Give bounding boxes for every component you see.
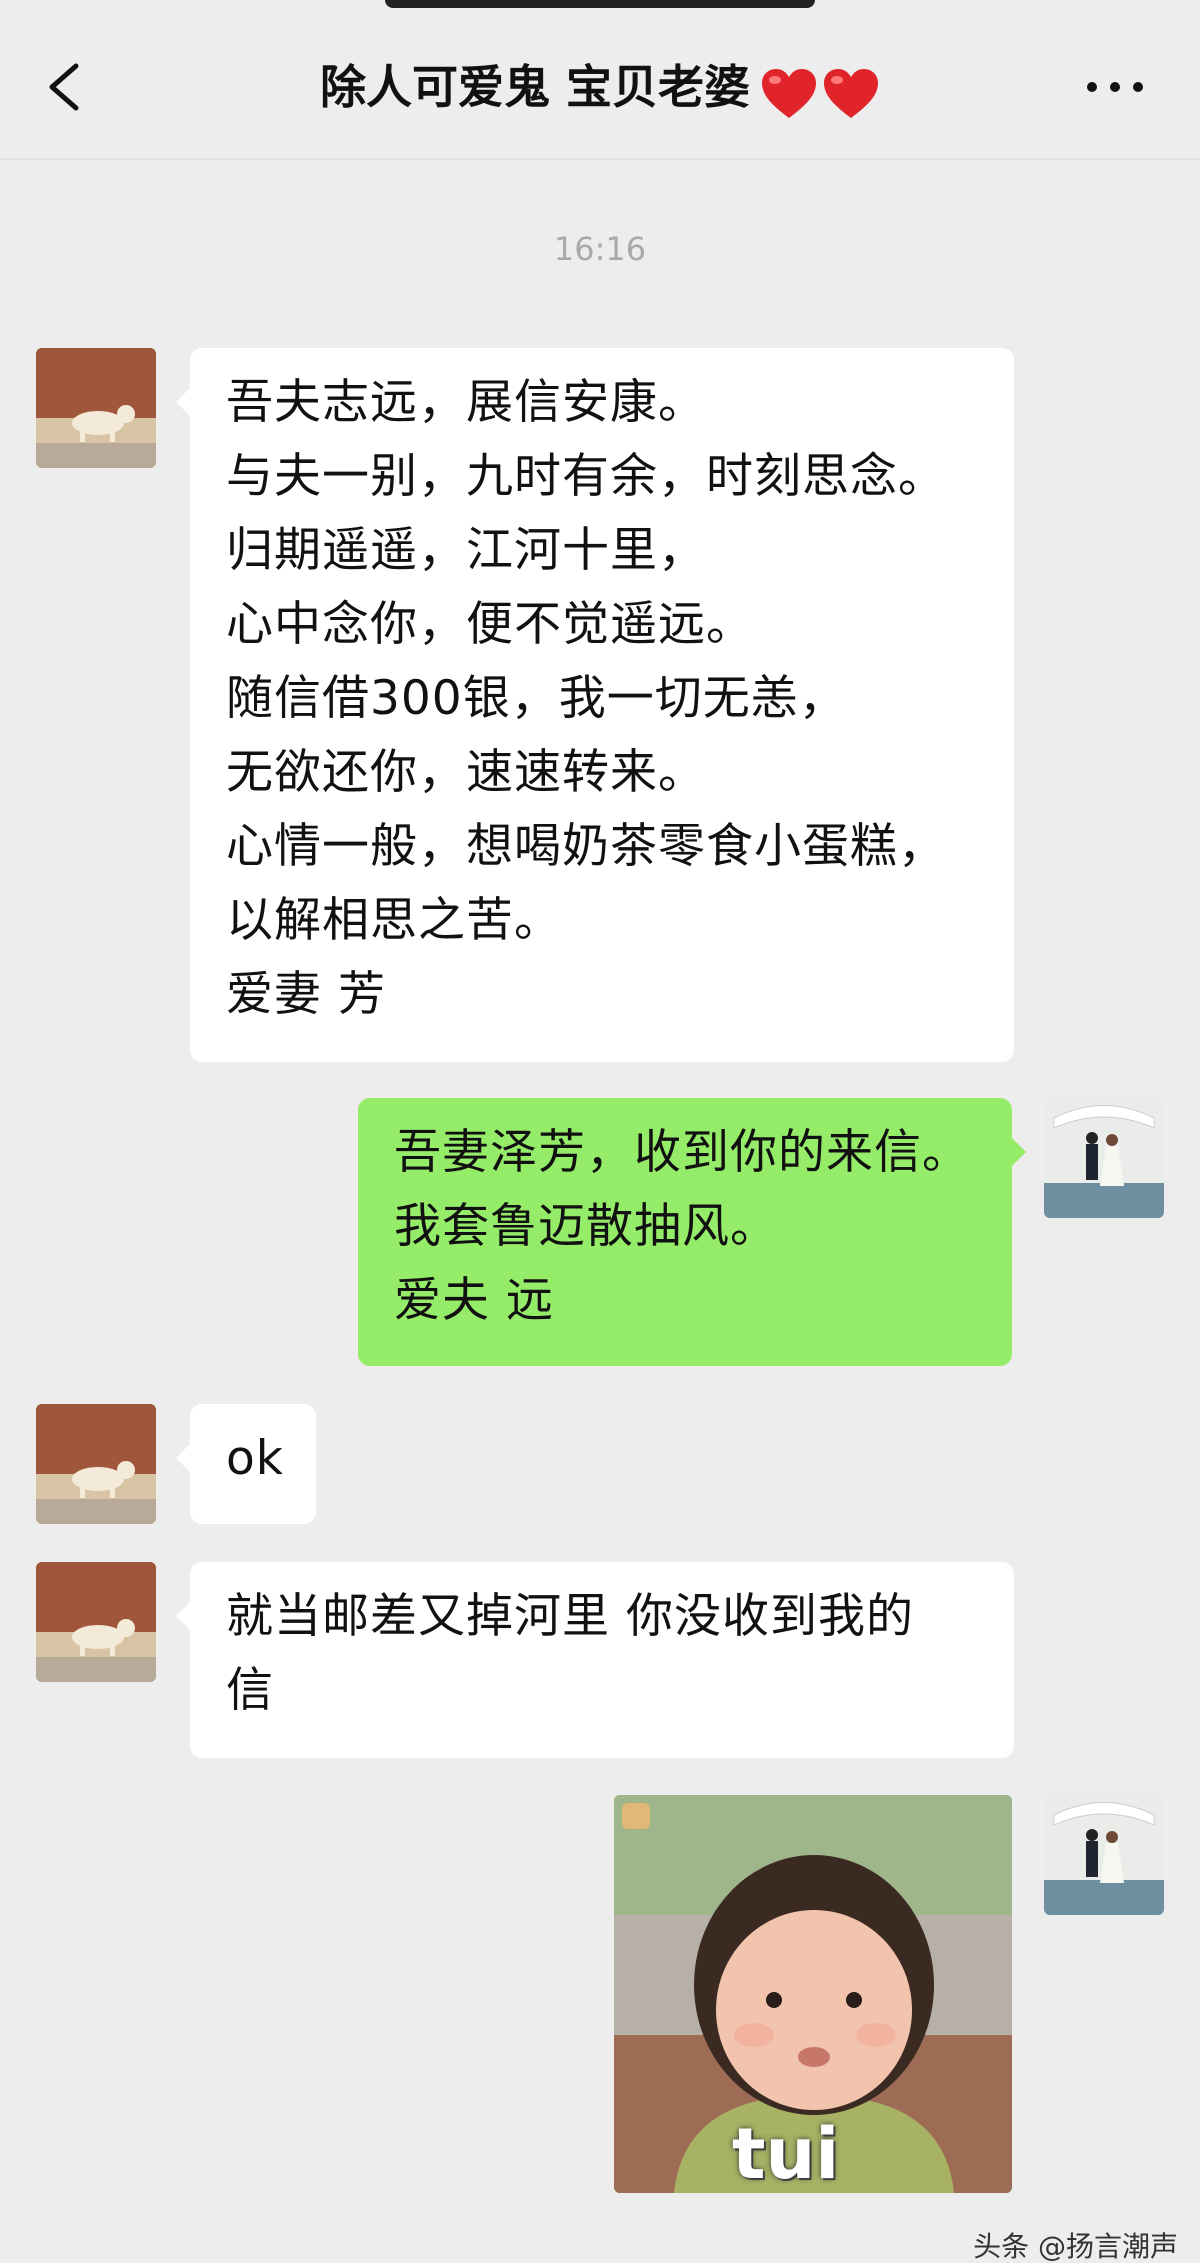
- message-line: 随信借300银，我一切无恙，: [226, 671, 847, 726]
- cat-avatar-image: [36, 1404, 156, 1524]
- cat-avatar-image: [36, 1562, 156, 1682]
- more-dots-icon: [1087, 82, 1143, 92]
- my-avatar[interactable]: [1044, 1098, 1164, 1218]
- status-notch: [385, 0, 815, 8]
- message-line: 就当邮差又掉河里 你没收到我的: [226, 1589, 914, 1644]
- sticker-message[interactable]: tui: [614, 1795, 1012, 2193]
- red-heart-icon: [762, 69, 816, 118]
- message-bubble-incoming[interactable]: ok: [176, 1404, 316, 1524]
- chat-title-container: 除人可爱鬼 宝贝老婆: [160, 52, 1040, 126]
- message-line: 心情一般，想喝奶茶零食小蛋糕，: [226, 819, 946, 874]
- message-line: 信: [226, 1663, 274, 1718]
- header-divider: [0, 158, 1200, 160]
- message-line: 爱夫 远: [394, 1273, 554, 1328]
- more-button[interactable]: [1080, 72, 1150, 102]
- hearts: [756, 56, 880, 126]
- couple-avatar-image: [1044, 1795, 1164, 1915]
- message-line: 与夫一别，九时有余，时刻思念。: [226, 449, 946, 504]
- chevron-left-icon: [49, 63, 79, 111]
- chat-title: 除人可爱鬼 宝贝老婆: [319, 60, 750, 114]
- message-line: 吾夫志远，展信安康。: [226, 375, 706, 430]
- contact-avatar[interactable]: [36, 348, 156, 468]
- message-line: 我套鲁迈散抽风。: [394, 1199, 778, 1254]
- message-line: ok: [226, 1431, 284, 1486]
- cat-avatar-image: [36, 348, 156, 468]
- my-avatar[interactable]: [1044, 1795, 1164, 1915]
- message-line: 以解相思之苦。: [226, 893, 562, 948]
- source-watermark: 头条 @扬言潮声: [973, 2230, 1178, 2263]
- message-line: 无欲还你，速速转来。: [226, 745, 706, 800]
- message-line: 心中念你，便不觉遥远。: [226, 597, 754, 652]
- message-line: 吾妻泽芳，收到你的来信。: [394, 1125, 970, 1180]
- message-line: 归期遥遥，江河十里，: [226, 523, 706, 578]
- contact-avatar[interactable]: [36, 1404, 156, 1524]
- message-timestamp: 16:16: [553, 230, 647, 268]
- message-bubble-incoming[interactable]: 就当邮差又掉河里 你没收到我的 信: [176, 1562, 1014, 1758]
- red-heart-icon: [824, 69, 878, 118]
- contact-avatar[interactable]: [36, 1562, 156, 1682]
- couple-avatar-image: [1044, 1098, 1164, 1218]
- back-button[interactable]: [40, 52, 90, 122]
- message-bubble-outgoing[interactable]: 吾妻泽芳，收到你的来信。 我套鲁迈散抽风。 爱夫 远: [358, 1098, 1026, 1366]
- message-line: 爱妻 芳: [226, 967, 386, 1022]
- sticker-caption: tui: [732, 2113, 840, 2193]
- message-bubble-incoming[interactable]: 吾夫志远，展信安康。 与夫一别，九时有余，时刻思念。 归期遥遥，江河十里， 心中…: [176, 348, 1014, 1062]
- chat-header: 除人可爱鬼 宝贝老婆: [0, 0, 1200, 158]
